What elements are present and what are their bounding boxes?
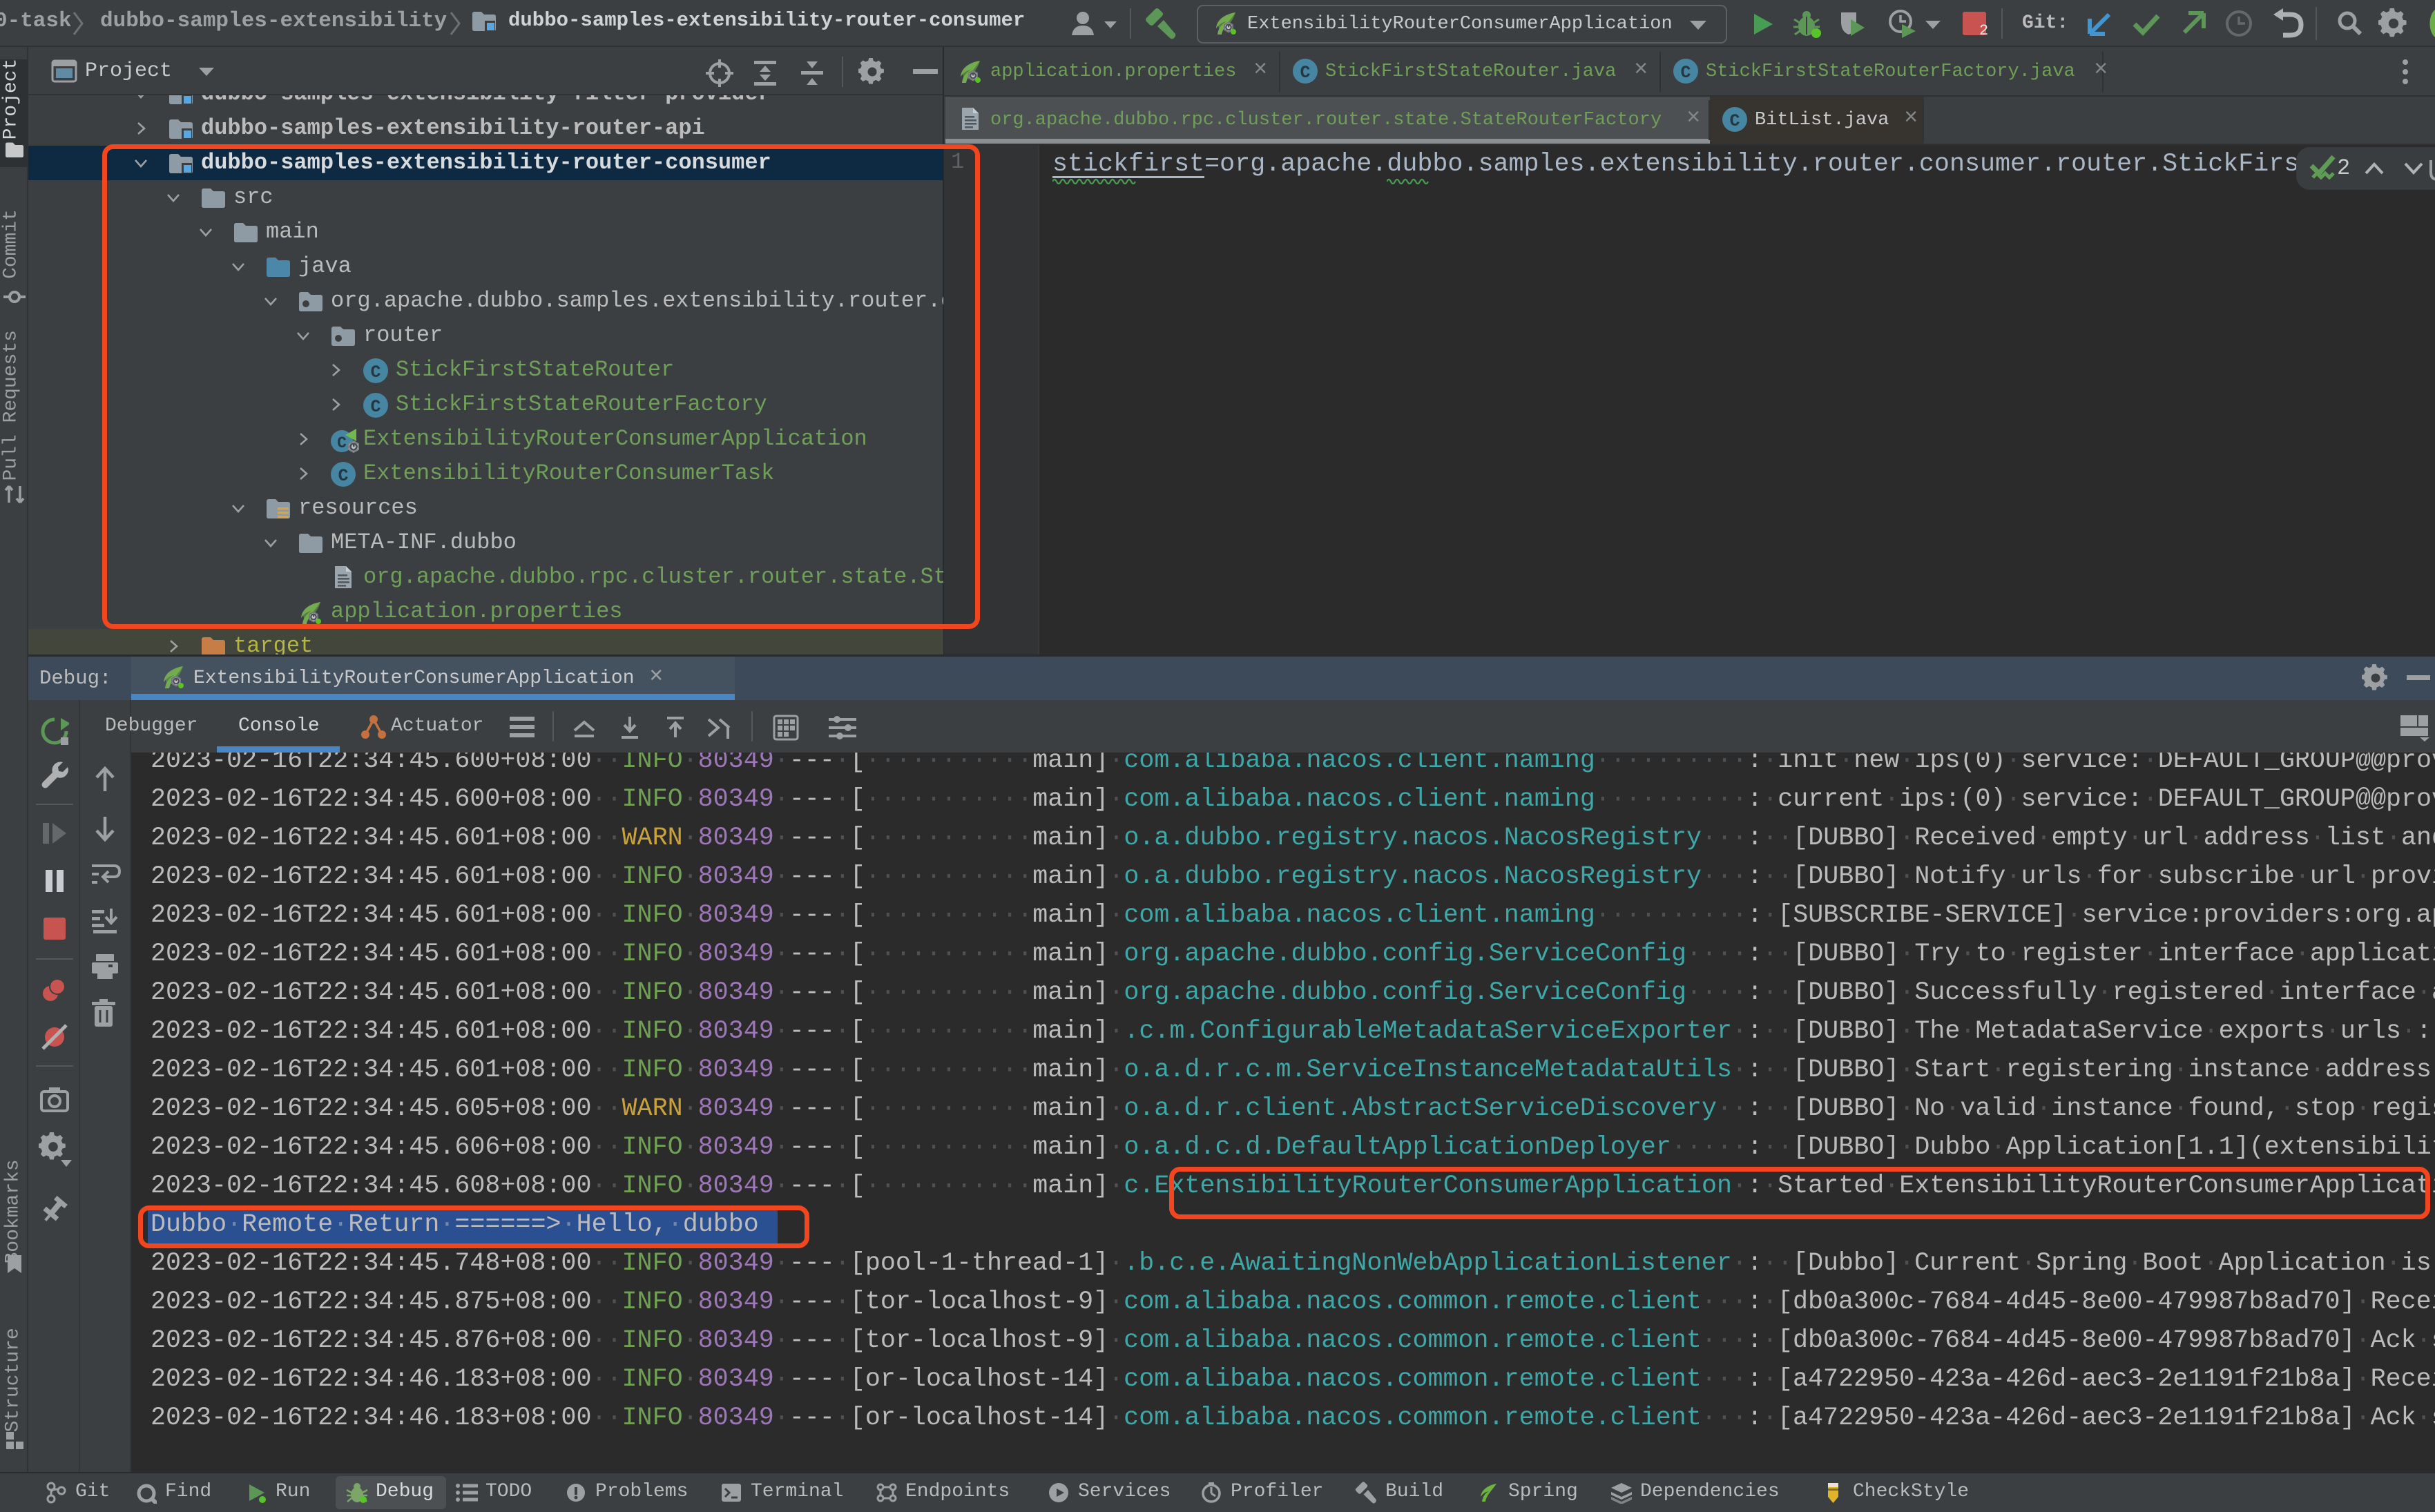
svg-text:C: C: [1680, 63, 1691, 83]
svg-text:C: C: [1729, 111, 1740, 131]
svg-text:C: C: [1300, 63, 1310, 83]
